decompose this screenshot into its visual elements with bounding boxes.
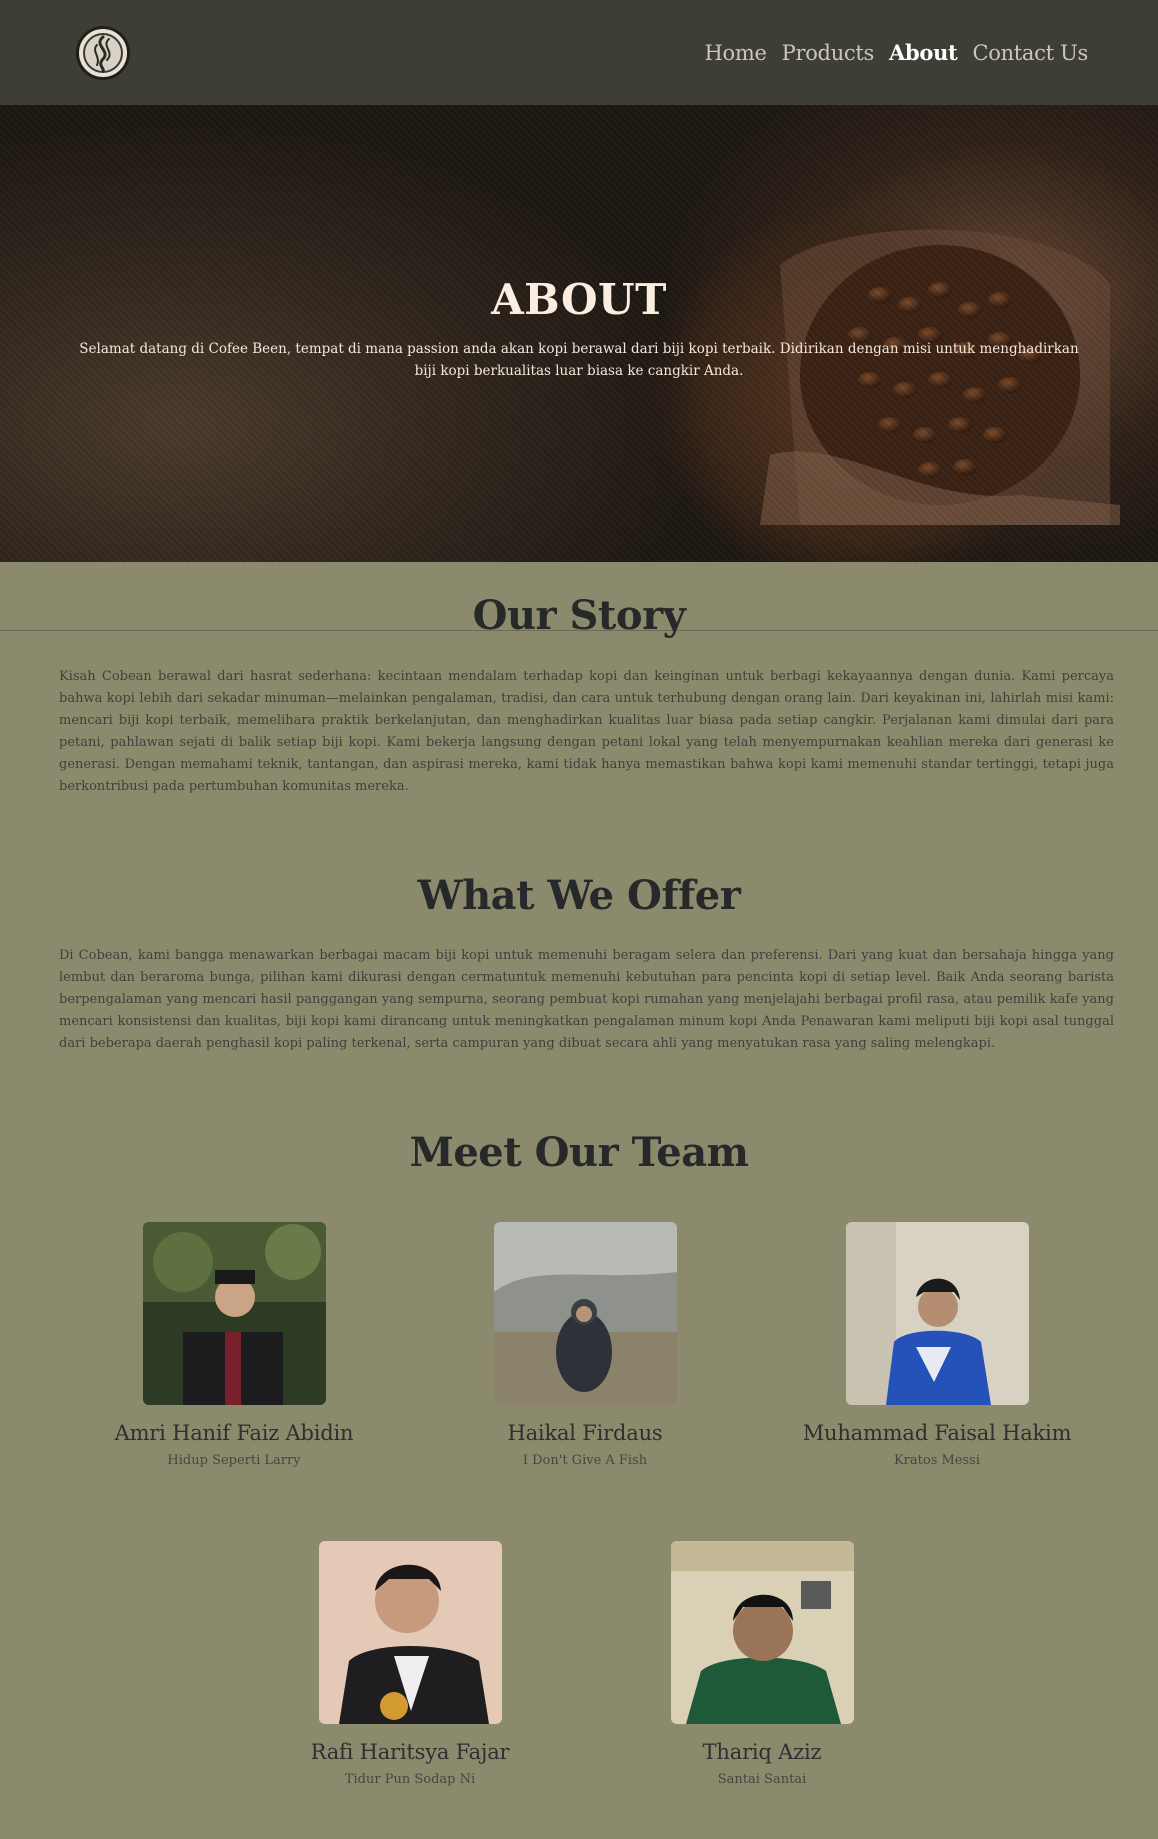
team-member-card: Muhammad Faisal Hakim Kratos Messi — [777, 1222, 1097, 1468]
member-quote: Santai Santai — [717, 1772, 807, 1787]
hero-banner: ABOUT Selamat datang di Cofee Been, temp… — [0, 105, 1158, 562]
offer-text: Di Cobean, kami bangga menawarkan berbag… — [59, 948, 1114, 1051]
offer-title: What We Offer — [417, 872, 741, 919]
member-photo — [845, 1222, 1029, 1405]
team-member-card: Amri Hanif Faiz Abidin Hidup Seperti Lar… — [74, 1222, 394, 1468]
member-photo — [318, 1541, 502, 1724]
nav-links: Home Products About Contact Us — [705, 40, 1089, 65]
member-name: Haikal Firdaus — [507, 1421, 663, 1445]
member-name: Thariq Aziz — [702, 1740, 822, 1764]
navbar: Home Products About Contact Us — [0, 0, 1158, 105]
member-quote: Hidup Seperti Larry — [167, 1453, 301, 1468]
nav-link-about[interactable]: About — [889, 40, 958, 65]
member-name: Amri Hanif Faiz Abidin — [114, 1421, 354, 1445]
member-name: Muhammad Faisal Hakim — [802, 1421, 1072, 1445]
hero-content: ABOUT Selamat datang di Cofee Been, temp… — [0, 275, 1158, 382]
member-quote: Kratos Messi — [893, 1453, 981, 1468]
team-member-card: Thariq Aziz Santai Santai — [602, 1541, 922, 1787]
member-quote: I Don't Give A Fish — [522, 1453, 648, 1468]
story-title: Our Story — [472, 592, 686, 639]
story-text: Kisah Cobean berawal dari hasrat sederha… — [59, 669, 1114, 794]
member-photo — [670, 1541, 854, 1724]
member-quote: Tidur Pun Sodap Ni — [344, 1772, 476, 1787]
nav-link-home[interactable]: Home — [705, 41, 767, 65]
member-name: Rafi Haritsya Fajar — [310, 1740, 510, 1764]
logo-icon[interactable] — [76, 25, 130, 80]
team-member-card: Haikal Firdaus I Don't Give A Fish — [425, 1222, 745, 1468]
hero-title: ABOUT — [491, 275, 667, 324]
nav-link-contact[interactable]: Contact Us — [972, 41, 1088, 65]
team-member-card: Rafi Haritsya Fajar Tidur Pun Sodap Ni — [250, 1541, 570, 1787]
member-photo — [142, 1222, 326, 1405]
member-photo — [493, 1222, 677, 1405]
hero-text: Selamat datang di Cofee Been, tempat di … — [79, 341, 1079, 379]
team-title: Meet Our Team — [409, 1129, 749, 1176]
nav-link-products[interactable]: Products — [782, 41, 875, 65]
